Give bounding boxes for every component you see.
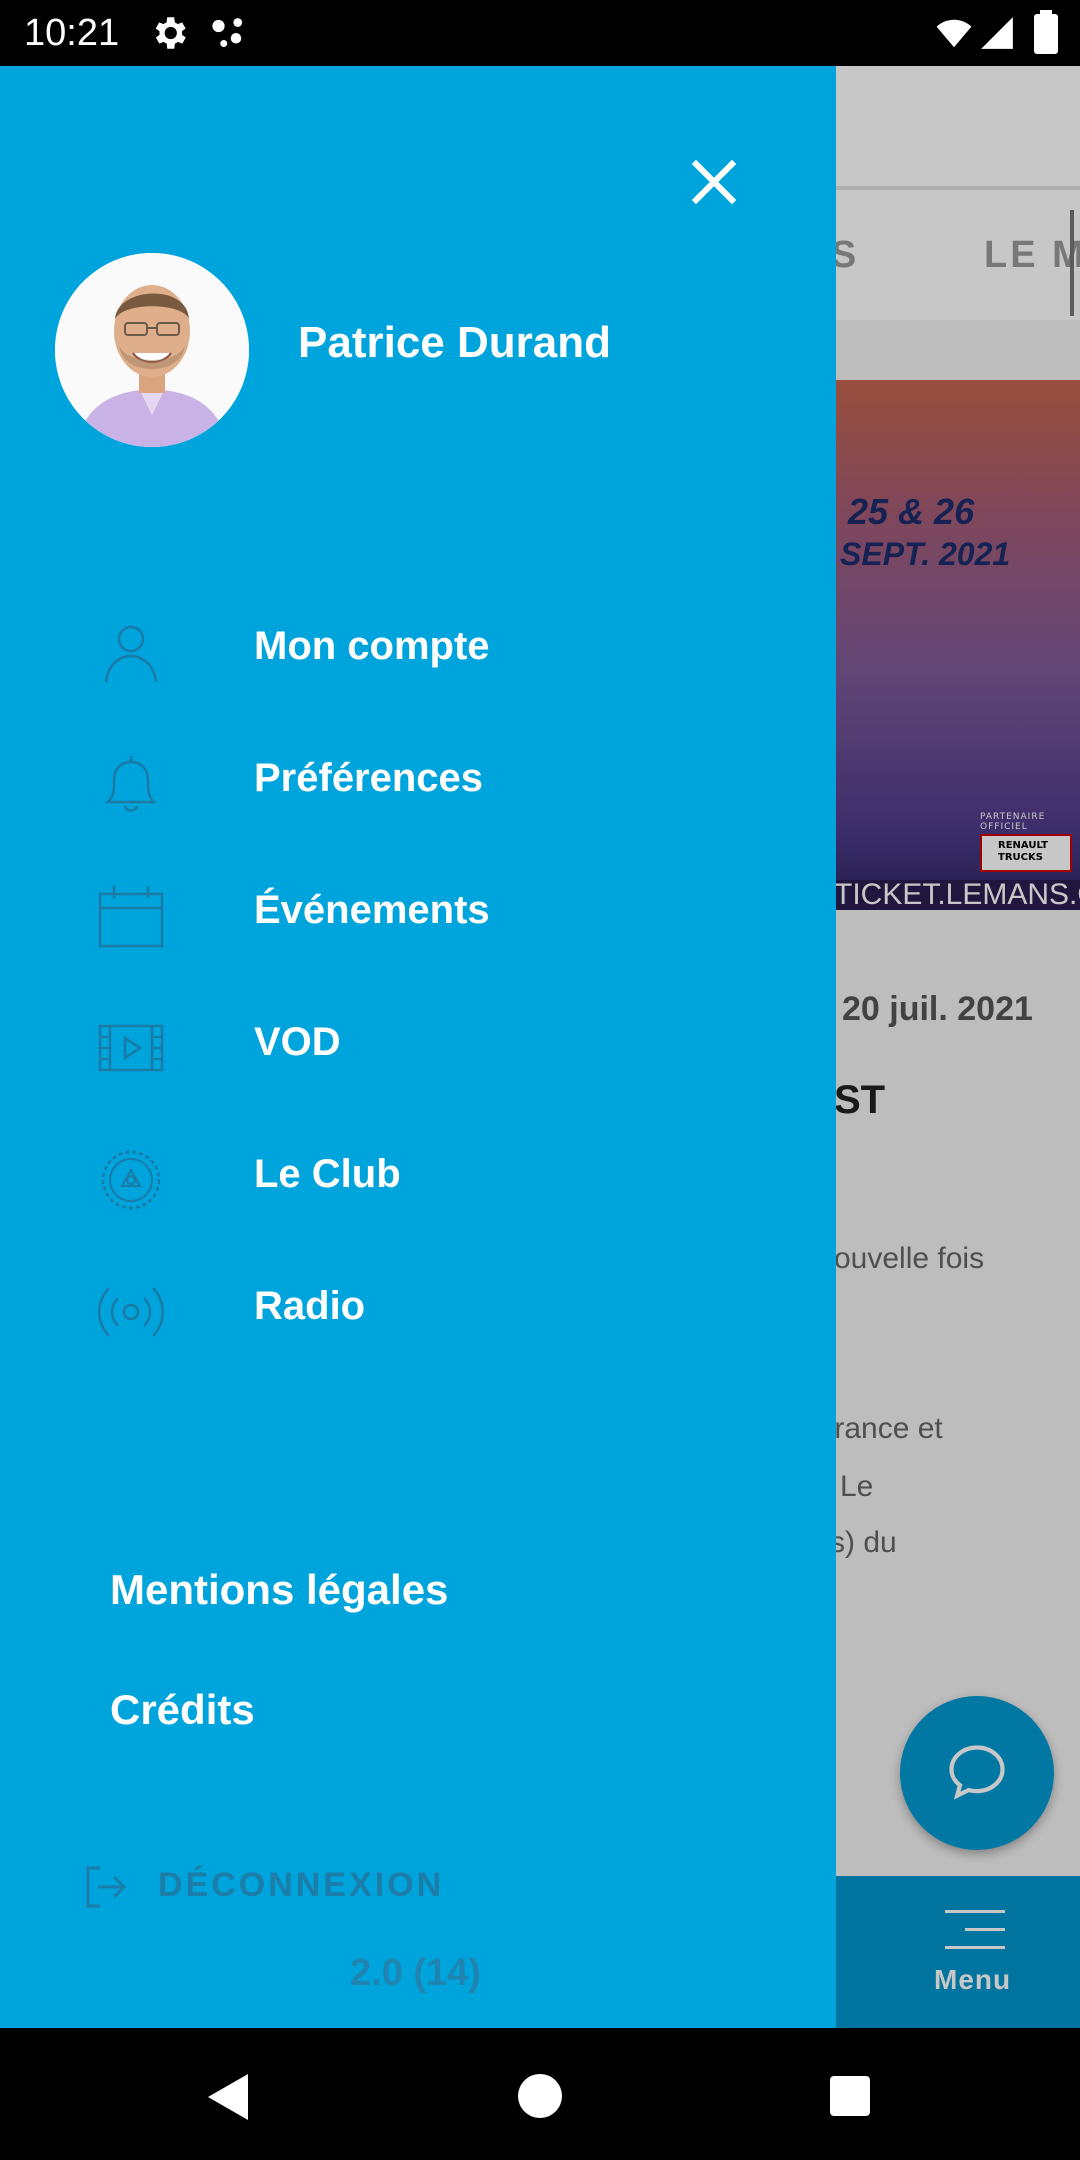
- radio-icon: [98, 1287, 164, 1337]
- club-icon: [101, 1150, 161, 1210]
- legal-notices-link[interactable]: Mentions légales: [110, 1566, 448, 1614]
- drawer-item-radio[interactable]: Radio: [0, 1256, 836, 1366]
- calendar-icon: [98, 886, 164, 948]
- system-navigation-bar: [0, 2028, 1080, 2160]
- drawer-item-label: Le Club: [254, 1152, 401, 1196]
- status-time: 10:21: [24, 12, 120, 54]
- film-icon: [98, 1024, 164, 1072]
- logout-icon: [86, 1866, 127, 1908]
- navigation-drawer: Patrice Durand Mon compte Préférences Év…: [0, 66, 836, 2028]
- drawer-item-preferences[interactable]: Préférences: [0, 728, 836, 838]
- signal-icon: [981, 17, 1013, 49]
- status-bar: 10:21: [0, 0, 1080, 66]
- drawer-item-label: Radio: [254, 1284, 366, 1328]
- settings-gear-icon: [155, 17, 186, 49]
- wifi-icon: [936, 19, 972, 48]
- user-icon: [104, 625, 158, 683]
- assistant-dots-icon: [212, 18, 243, 47]
- credits-link[interactable]: Crédits: [110, 1686, 255, 1734]
- drawer-item-label: VOD: [254, 1020, 341, 1064]
- home-icon[interactable]: [518, 2074, 562, 2118]
- drawer-item-mon-compte[interactable]: Mon compte: [0, 596, 836, 706]
- logout-label: DÉCONNEXION: [158, 1866, 445, 1904]
- drawer-item-label: Mon compte: [254, 624, 490, 668]
- user-photo: [55, 253, 249, 447]
- battery-icon: [1034, 10, 1058, 54]
- app-version: 2.0 (14): [350, 1952, 481, 1994]
- drawer-item-le-club[interactable]: Le Club: [0, 1124, 836, 1234]
- close-icon[interactable]: [684, 152, 744, 212]
- drawer-item-vod[interactable]: VOD: [0, 992, 836, 1102]
- bell-icon: [104, 756, 158, 812]
- drawer-item-label: Préférences: [254, 756, 484, 800]
- drawer-item-label: Événements: [254, 888, 490, 932]
- recent-apps-icon[interactable]: [830, 2076, 870, 2116]
- user-name: Patrice Durand: [298, 318, 611, 367]
- drawer-item-evenements[interactable]: Événements: [0, 860, 836, 970]
- back-icon[interactable]: [204, 2072, 250, 2122]
- avatar[interactable]: [55, 253, 249, 447]
